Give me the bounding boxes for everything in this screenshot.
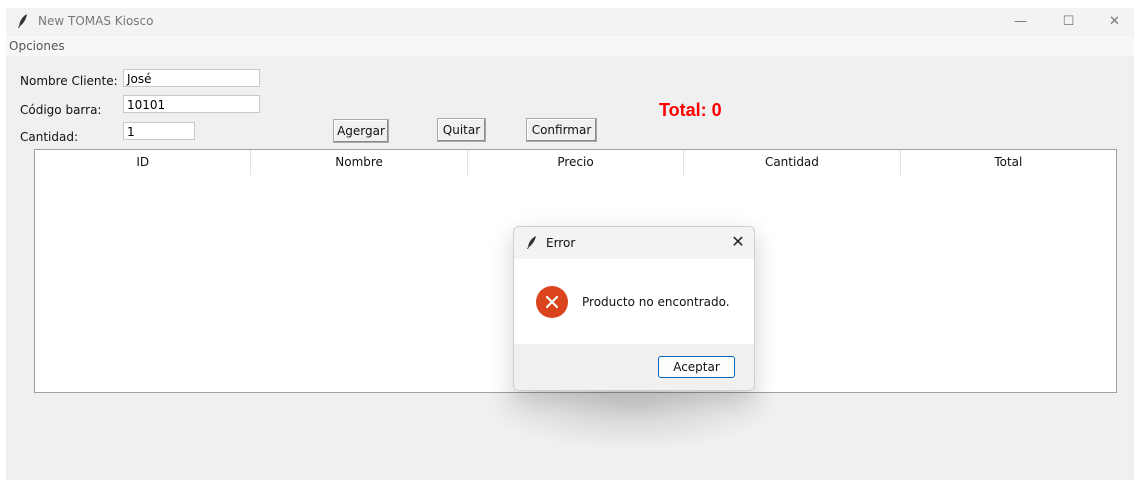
error-dialog: Error ✕ Producto no encontrado. Aceptar [513, 226, 755, 391]
table-header: ID Nombre Precio Cantidad Total [35, 150, 1116, 175]
dialog-footer: Aceptar [514, 344, 754, 390]
column-header-id[interactable]: ID [35, 150, 252, 175]
column-header-cantidad[interactable]: Cantidad [684, 150, 901, 175]
maximize-button[interactable]: ☐ [1046, 8, 1091, 35]
dialog-close-button[interactable]: ✕ [728, 232, 748, 252]
menu-bar: Opciones [6, 36, 1134, 56]
dialog-body: Producto no encontrado. [514, 259, 754, 344]
dialog-message: Producto no encontrado. [582, 295, 730, 309]
confirmar-button[interactable]: Confirmar [526, 118, 597, 142]
minimize-button[interactable]: — [998, 8, 1043, 35]
cliente-input[interactable]: José [123, 69, 260, 87]
feather-app-icon [18, 14, 27, 28]
cantidad-label: Cantidad: [20, 130, 79, 144]
total-label: Total: 0 [659, 100, 722, 120]
title-bar: New TOMAS Kiosco — ☐ ✕ [6, 8, 1134, 35]
agregar-button[interactable]: Agergar [333, 119, 389, 143]
menu-opciones[interactable]: Opciones [9, 39, 65, 53]
quitar-button[interactable]: Quitar [437, 118, 486, 142]
column-header-nombre[interactable]: Nombre [251, 150, 468, 175]
codigo-input[interactable]: 10101 [123, 95, 260, 113]
feather-dialog-icon [527, 236, 536, 249]
close-window-button[interactable]: ✕ [1092, 8, 1134, 35]
cantidad-input[interactable]: 1 [123, 122, 195, 140]
codigo-label: Código barra: [20, 103, 102, 117]
error-icon [536, 286, 568, 318]
window-title: New TOMAS Kiosco [38, 14, 154, 28]
cliente-label: Nombre Cliente: [20, 74, 118, 88]
column-header-precio[interactable]: Precio [468, 150, 685, 175]
dialog-title-bar: Error ✕ [514, 227, 754, 259]
aceptar-button[interactable]: Aceptar [658, 356, 735, 378]
dialog-title: Error [546, 236, 576, 250]
column-header-total[interactable]: Total [901, 150, 1116, 175]
